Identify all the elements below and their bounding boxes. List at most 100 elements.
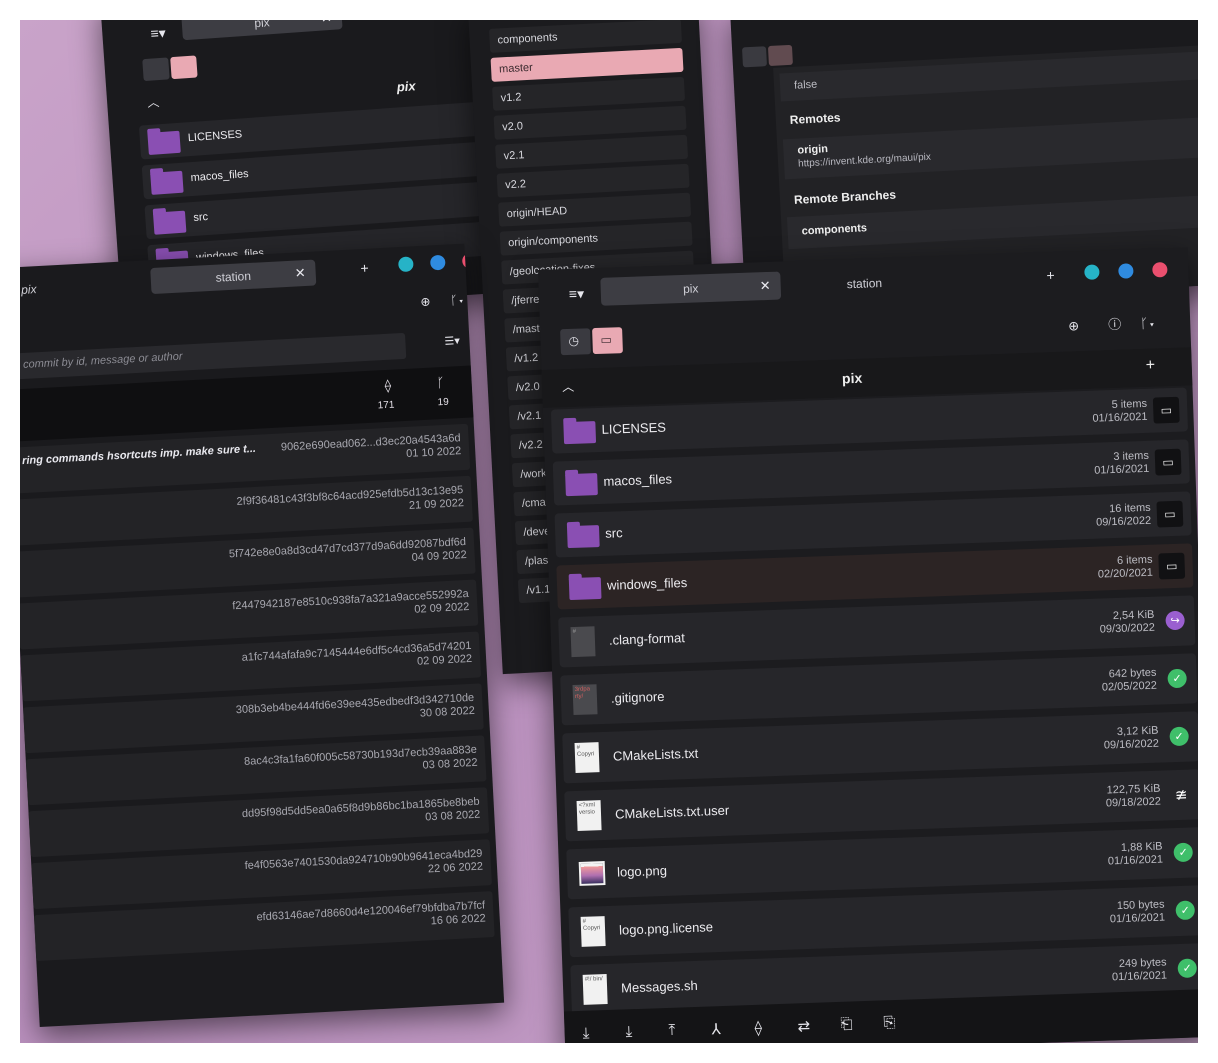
main-tab-label: pix	[682, 281, 699, 296]
folder-icon: ▭	[600, 332, 613, 347]
new-tab-icon[interactable]: +	[1046, 267, 1055, 283]
file-name: Messages.sh	[620, 977, 698, 996]
check-icon[interactable]: ✓	[1177, 958, 1198, 979]
bg-folder-name: src	[193, 211, 209, 224]
ignored-icon[interactable]: ≇	[1171, 785, 1191, 805]
history-view-button[interactable]	[741, 46, 767, 68]
globe-icon[interactable]: ⊕	[1068, 318, 1079, 333]
branch-item[interactable]: v2.0	[493, 105, 687, 140]
commit-meta: 9062e690ead062...d3ec20a4543a6d 01 10 202…	[281, 432, 462, 467]
pull-icon[interactable]: ⤓	[582, 1025, 589, 1042]
push-icon[interactable]: ⤒	[668, 1022, 675, 1039]
folder-icon	[150, 170, 184, 195]
check-icon[interactable]: ✓	[1175, 900, 1196, 921]
commits-tab-label: pix	[20, 282, 37, 297]
image-thumbnail-icon	[578, 861, 606, 886]
files-view-button[interactable]	[170, 55, 198, 80]
file-date: 02/05/2022	[1101, 679, 1158, 694]
open-folder-button[interactable]: ▭	[1154, 448, 1182, 476]
remote-item[interactable]: origin https://invent.kde.org/maui/pix	[782, 115, 1198, 180]
commit-meta: 2f9f36481c43f3bf8c64acd925efdb5d13c13e95…	[236, 484, 464, 522]
maximize-icon[interactable]	[429, 254, 446, 271]
files-view-button[interactable]	[767, 44, 793, 67]
check-icon[interactable]: ✓	[1173, 842, 1194, 863]
false-field: false	[779, 50, 1198, 102]
menu-icon[interactable]: ≡▾	[569, 285, 585, 302]
commit-meta: fe4f0563e7401530da924710b90b9641eca4bd29…	[244, 848, 483, 886]
modified-icon[interactable]: ↪	[1165, 610, 1185, 631]
file-date: 01/16/2021	[1094, 462, 1150, 477]
commits-count-icon: ⟠	[384, 377, 392, 394]
branch-item[interactable]: origin/HEAD	[498, 192, 692, 227]
chevron-up-icon[interactable]: ︿	[562, 380, 574, 394]
open-folder-button[interactable]: ▭	[1156, 500, 1184, 528]
file-name: CMakeLists.txt	[612, 745, 699, 764]
commit-meta: 5f742e8e0a8d3cd47d7cd377d9a6dd92087bdf6d…	[229, 536, 467, 574]
file-meta: 150 bytes 01/16/2021	[1109, 899, 1165, 927]
minimize-icon[interactable]	[1084, 264, 1100, 280]
branch-item[interactable]: v2.1	[495, 134, 689, 169]
close-tab-icon[interactable]: ✕	[320, 20, 332, 27]
file-name: LICENSES	[601, 419, 667, 437]
folder-icon	[565, 473, 598, 497]
commits-window-title: station	[215, 268, 252, 285]
globe-icon[interactable]: ⊕	[420, 295, 431, 310]
branch-menu-icon[interactable]: ᚴ▾	[1140, 315, 1156, 331]
file-name: src	[604, 525, 623, 541]
main-file-window: ≡▾ pix ✕ station + ◷ ▭ ⊕ ⓘ ᚴ▾ ︿ pix + LI…	[538, 247, 1198, 1043]
merge-icon[interactable]: ⅄	[711, 1020, 721, 1038]
minimize-icon[interactable]	[397, 256, 414, 273]
branch-item[interactable]: master	[490, 47, 684, 82]
bg-header-title: pix	[396, 78, 417, 95]
folder-icon	[566, 525, 600, 549]
add-menu-button[interactable]: +	[1145, 357, 1155, 375]
file-meta: 3 items 01/16/2021	[1094, 450, 1150, 478]
file-date: 01/16/2021	[1111, 969, 1168, 984]
file-date: 02/20/2021	[1097, 566, 1154, 581]
commit-icon[interactable]: ⟠	[754, 1019, 762, 1037]
close-tab-icon[interactable]: ✕	[760, 278, 771, 294]
file-name: .gitignore	[610, 688, 665, 706]
bg-folder-name: macos_files	[190, 168, 250, 185]
stash-icon[interactable]: ⎗	[840, 1015, 853, 1032]
sync-icon[interactable]: ⇄	[797, 1017, 810, 1035]
folder-icon: ▭	[1165, 558, 1178, 574]
false-label: false	[793, 78, 818, 92]
check-icon[interactable]: ✓	[1167, 668, 1187, 689]
chevron-up-icon[interactable]: ︿	[147, 95, 160, 110]
fetch-icon[interactable]: ⤓	[625, 1023, 632, 1040]
commit-meta: a1fc744afafa9c7145444e6df5c4cd36a5d74201…	[241, 640, 472, 678]
branches-count-icon: ᚴ	[436, 374, 445, 391]
file-name: CMakeLists.txt.user	[614, 802, 730, 822]
maximize-icon[interactable]	[1118, 263, 1134, 279]
branch-item[interactable]: v1.2	[492, 76, 686, 111]
file-thumbnail-icon: <?xml versio	[576, 800, 602, 831]
file-meta: 122,75 KiB 09/18/2022	[1105, 783, 1161, 811]
branch-menu-icon[interactable]: ᚴ▾	[450, 293, 465, 308]
bg-tab[interactable]: pix ✕	[181, 20, 343, 41]
close-tab-icon[interactable]: ✕	[294, 265, 306, 282]
info-icon[interactable]: ⓘ	[1108, 317, 1122, 332]
commit-search-input[interactable]: commit by id, message or author	[23, 351, 183, 371]
branch-item[interactable]: origin/components	[499, 221, 693, 256]
branch-item[interactable]: components	[489, 20, 683, 53]
menu-icon[interactable]: ≡▾	[150, 25, 166, 42]
main-tab[interactable]: pix ✕	[600, 271, 782, 306]
commits-station-tab[interactable]: station ✕	[150, 259, 317, 295]
remotes-heading: Remotes	[789, 110, 841, 128]
file-meta: 2,54 KiB 09/30/2022	[1099, 609, 1155, 637]
file-meta: 6 items 02/20/2021	[1097, 554, 1153, 582]
open-folder-button[interactable]: ▭	[1158, 552, 1186, 580]
close-window-icon[interactable]	[1152, 262, 1168, 278]
file-thumbnail-icon: #	[570, 626, 596, 658]
unstash-icon[interactable]: ⎘	[883, 1014, 896, 1031]
history-view-button[interactable]	[142, 57, 170, 82]
file-name: .clang-format	[608, 630, 686, 648]
open-folder-button[interactable]: ▭	[1152, 396, 1180, 424]
new-tab-icon[interactable]: +	[360, 260, 369, 276]
branch-item[interactable]: v2.2	[496, 163, 690, 198]
sort-icon[interactable]: ☰▾	[444, 335, 460, 348]
remote-name: origin	[797, 143, 829, 157]
folder-icon	[568, 576, 602, 601]
check-icon[interactable]: ✓	[1169, 726, 1189, 747]
